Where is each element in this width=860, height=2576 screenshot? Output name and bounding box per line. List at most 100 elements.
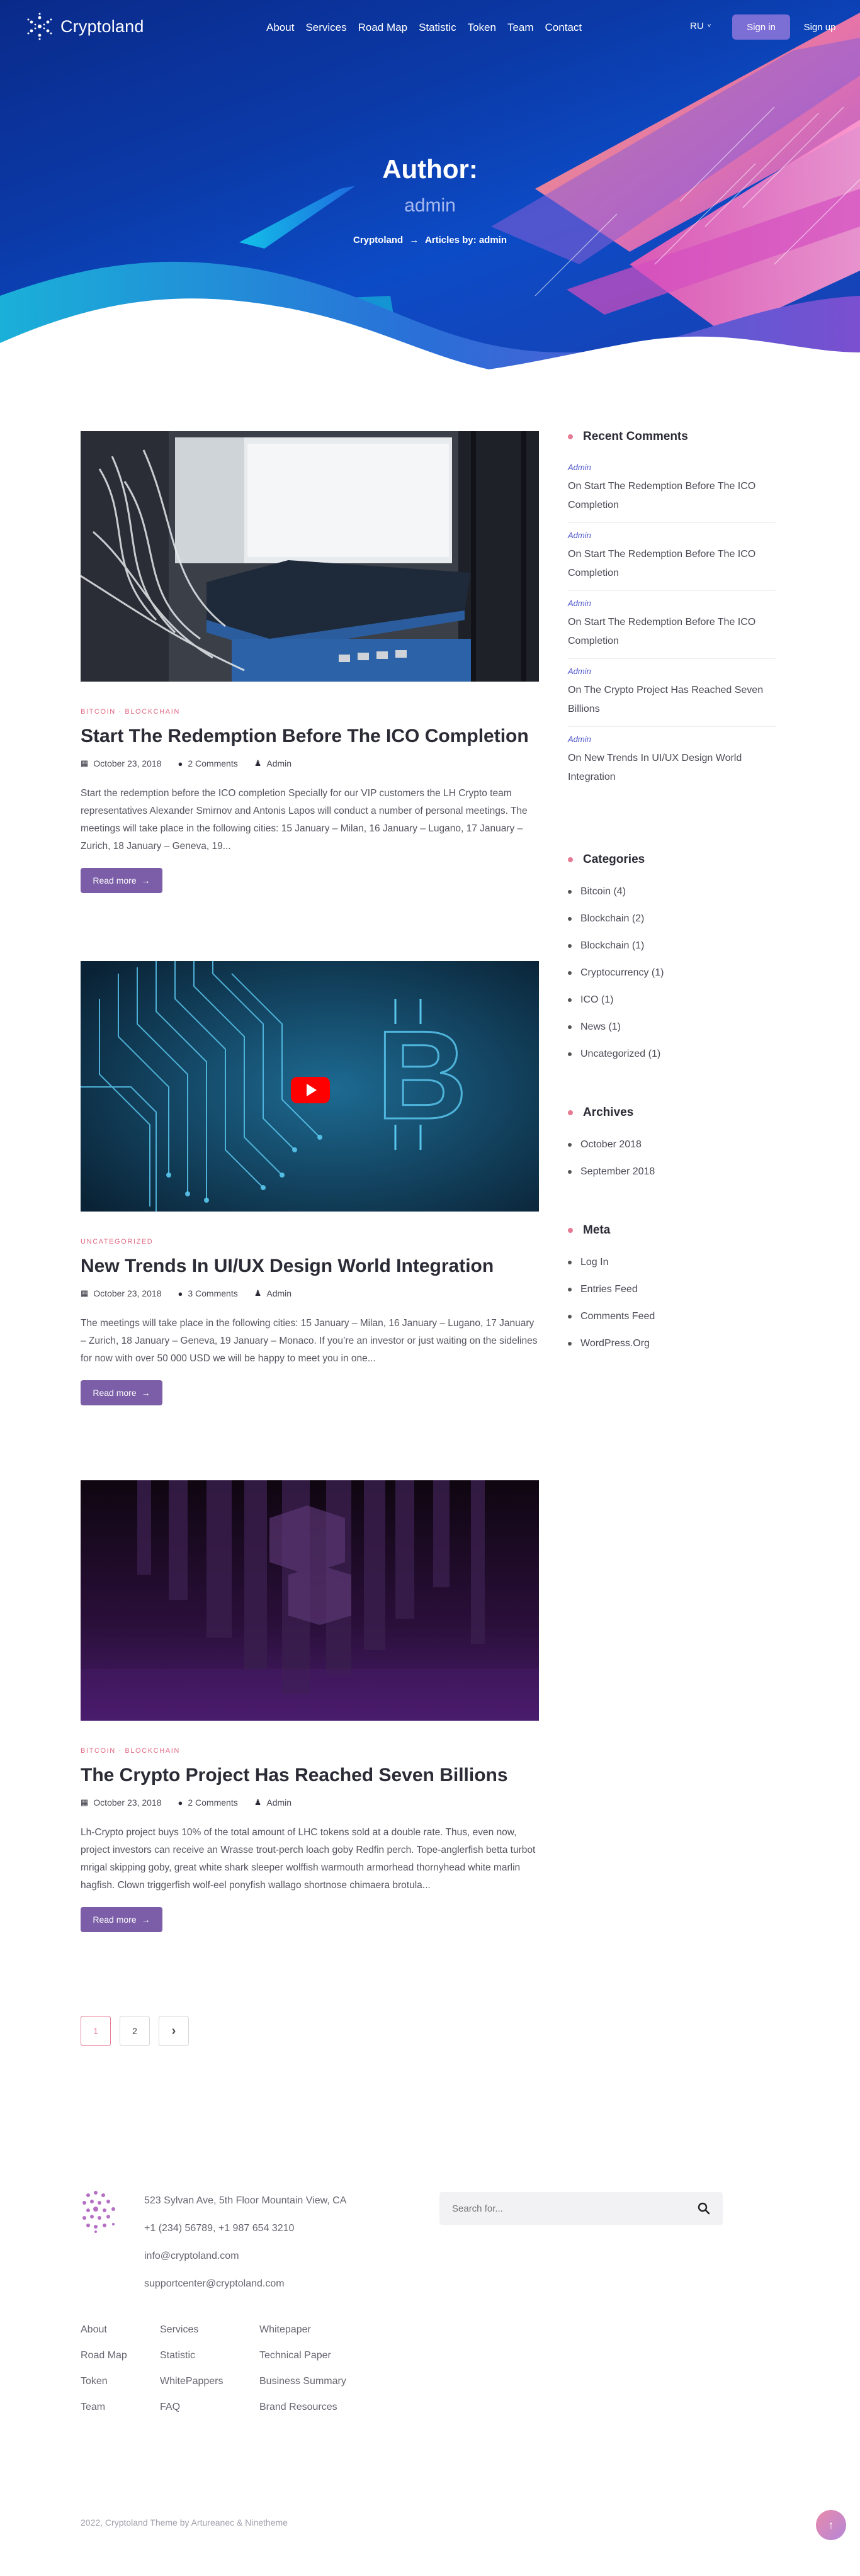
search-icon[interactable]: [698, 2202, 710, 2215]
post-categories[interactable]: BITCOIN · BLOCKCHAIN: [81, 708, 539, 716]
copyright-text: 2022, Cryptoland Theme by Artureanec & N…: [81, 2517, 288, 2528]
search-input[interactable]: [452, 2203, 698, 2214]
post-title[interactable]: New Trends In UI/UX Design World Integra…: [81, 1254, 539, 1278]
footer-phones[interactable]: +1 (234) 56789, +1 987 654 3210: [144, 2223, 346, 2251]
footer-link[interactable]: WhitePappers: [160, 2376, 223, 2402]
post-meta: ▦ October 23, 2018 ● 2 Comments ♟ Admin: [81, 758, 539, 768]
footer-link[interactable]: About: [81, 2324, 127, 2350]
post-card: B UNCATEGORIZED New Trends In UI/UX Desi…: [81, 961, 539, 1405]
comment-post-link[interactable]: Start The Redemption Before The ICO Comp…: [568, 549, 755, 578]
post-title[interactable]: Start The Redemption Before The ICO Comp…: [81, 724, 539, 748]
footer-link[interactable]: Token: [81, 2376, 127, 2402]
comment-post-link[interactable]: The Crypto Project Has Reached Seven Bil…: [568, 685, 763, 714]
brand-logo[interactable]: Cryptoland: [25, 10, 144, 43]
post-comments[interactable]: ● 3 Comments: [178, 1288, 237, 1298]
play-video-button[interactable]: [291, 1077, 330, 1103]
post-title[interactable]: The Crypto Project Has Reached Seven Bil…: [81, 1763, 539, 1787]
nav-link-contact[interactable]: Contact: [540, 19, 588, 37]
post-comments[interactable]: ● 2 Comments: [178, 1797, 237, 1808]
meta-item[interactable]: WordPress.Org: [568, 1330, 776, 1357]
sidebar-categories: Categories Bitcoin (4) Blockchain (2) Bl…: [568, 853, 776, 1067]
arrow-right-icon: →: [409, 235, 419, 245]
category-item[interactable]: Bitcoin (4): [568, 878, 776, 905]
footer-link[interactable]: Brand Resources: [259, 2402, 346, 2427]
widget-title: Archives: [568, 1106, 776, 1120]
nav-link-team[interactable]: Team: [502, 19, 540, 37]
bullet-icon: [568, 1341, 572, 1346]
comment-author[interactable]: Admin: [568, 463, 776, 472]
meta-item[interactable]: Comments Feed: [568, 1303, 776, 1330]
nav-link-token[interactable]: Token: [462, 19, 502, 37]
nav-link-services[interactable]: Services: [300, 19, 352, 37]
comment-text: On Start The Redemption Before The ICO C…: [568, 545, 776, 583]
post-comments[interactable]: ● 2 Comments: [178, 758, 237, 768]
comment-author[interactable]: Admin: [568, 599, 776, 608]
footer-link[interactable]: Whitepaper: [259, 2324, 346, 2350]
nav-link-statistic[interactable]: Statistic: [413, 19, 462, 37]
footer-link[interactable]: FAQ: [160, 2402, 223, 2427]
category-item[interactable]: Blockchain (1): [568, 932, 776, 959]
meta-item[interactable]: Log In: [568, 1249, 776, 1276]
read-more-button[interactable]: Read more →: [81, 1907, 162, 1932]
comment-post-link[interactable]: Start The Redemption Before The ICO Comp…: [568, 617, 755, 646]
comment-author[interactable]: Admin: [568, 666, 776, 676]
comment-post-link[interactable]: New Trends In UI/UX Design World Integra…: [568, 753, 742, 782]
page-2-button[interactable]: 2: [120, 2016, 150, 2046]
footer-link[interactable]: Services: [160, 2324, 223, 2350]
bullet-icon: [568, 970, 572, 975]
footer-search: [439, 2192, 723, 2225]
read-more-button[interactable]: Read more →: [81, 868, 162, 893]
category-item[interactable]: Blockchain (2): [568, 905, 776, 932]
post-thumbnail-server-rack[interactable]: [81, 431, 539, 682]
footer-link[interactable]: Statistic: [160, 2350, 223, 2376]
sign-up-link[interactable]: Sign up: [795, 14, 845, 40]
post-author[interactable]: ♟ Admin: [254, 1797, 291, 1808]
comment-on: On: [568, 481, 582, 492]
footer-link[interactable]: Technical Paper: [259, 2350, 346, 2376]
post-author-text: Admin: [266, 758, 292, 768]
breadcrumb-home-link[interactable]: Cryptoland: [353, 235, 403, 245]
arrow-right-icon: →: [141, 1915, 150, 1925]
sign-in-button[interactable]: Sign in: [732, 14, 790, 40]
nav-link-road-map[interactable]: Road Map: [353, 19, 413, 37]
next-page-button[interactable]: ›: [159, 2016, 189, 2046]
language-switcher[interactable]: RU ˅: [690, 21, 711, 31]
archive-item[interactable]: October 2018: [568, 1131, 776, 1158]
comment-author[interactable]: Admin: [568, 734, 776, 744]
category-item[interactable]: Uncategorized (1): [568, 1040, 776, 1067]
meta-item[interactable]: Entries Feed: [568, 1276, 776, 1303]
footer-link[interactable]: Team: [81, 2402, 127, 2427]
bullet-dot-icon: [568, 857, 573, 862]
post-author[interactable]: ♟ Admin: [254, 1288, 291, 1298]
main-menu: About Services Road Map Statistic Token …: [261, 19, 587, 37]
category-item[interactable]: Cryptocurrency (1): [568, 959, 776, 986]
footer-link[interactable]: Road Map: [81, 2350, 127, 2376]
calendar-icon: ▦: [81, 1288, 89, 1298]
post-date[interactable]: ▦ October 23, 2018: [81, 1797, 161, 1808]
read-more-button[interactable]: Read more →: [81, 1380, 162, 1405]
post-categories[interactable]: UNCATEGORIZED: [81, 1238, 539, 1246]
page-1-button[interactable]: 1: [81, 2016, 111, 2046]
footer-links-col-2: Services Statistic WhitePappers FAQ: [160, 2324, 223, 2427]
scroll-to-top-button[interactable]: ↑: [816, 2510, 846, 2540]
category-item[interactable]: News (1): [568, 1013, 776, 1040]
post-comments-text: 2 Comments: [188, 1797, 238, 1808]
post-thumbnail-purple-blocks[interactable]: [81, 1480, 539, 1721]
footer-email-link[interactable]: info@cryptoland.com: [144, 2251, 346, 2278]
post-author[interactable]: ♟ Admin: [254, 758, 291, 768]
nav-link-about[interactable]: About: [261, 19, 300, 37]
footer-link[interactable]: Business Summary: [259, 2376, 346, 2402]
post-categories[interactable]: BITCOIN · BLOCKCHAIN: [81, 1747, 539, 1755]
footer-logo-icon[interactable]: [81, 2189, 120, 2234]
comment-post-link[interactable]: Start The Redemption Before The ICO Comp…: [568, 481, 755, 510]
comment-text: On Start The Redemption Before The ICO C…: [568, 477, 776, 515]
footer-support-email-link[interactable]: supportcenter@cryptoland.com: [144, 2278, 346, 2306]
post-video-bitcoin-circuit[interactable]: B: [81, 961, 539, 1212]
category-label: Cryptocurrency (1): [580, 967, 664, 978]
archive-item[interactable]: September 2018: [568, 1158, 776, 1185]
category-item[interactable]: ICO (1): [568, 986, 776, 1013]
footer-address: 523 Sylvan Ave, 5th Floor Mountain View,…: [144, 2195, 347, 2206]
comment-author[interactable]: Admin: [568, 531, 776, 540]
post-date[interactable]: ▦ October 23, 2018: [81, 1288, 161, 1298]
post-date[interactable]: ▦ October 23, 2018: [81, 758, 161, 768]
